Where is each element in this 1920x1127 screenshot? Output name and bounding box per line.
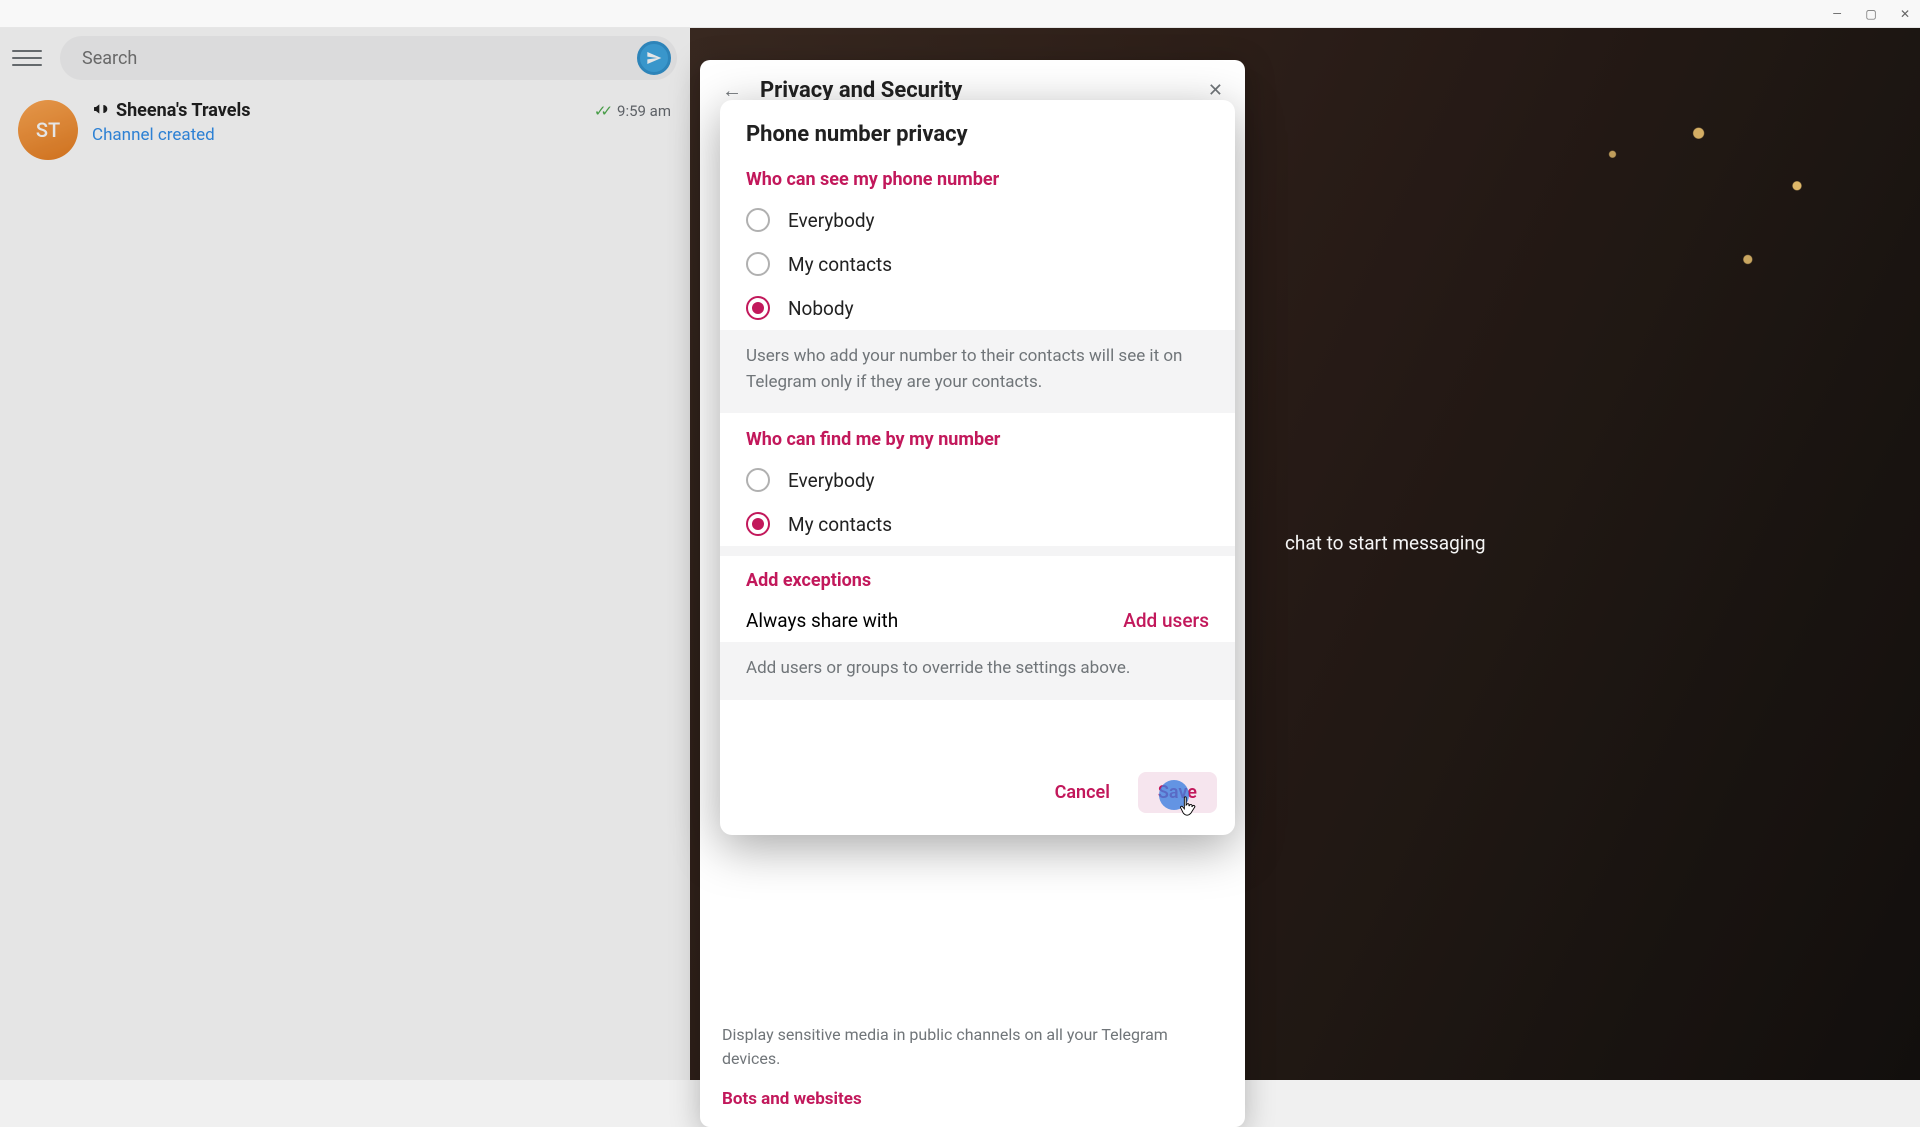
always-share-label: Always share with [746, 609, 898, 632]
always-share-row[interactable]: Always share with Add users [720, 599, 1235, 642]
option-label: My contacts [788, 513, 892, 536]
exceptions-title: Add exceptions [720, 556, 1235, 599]
radio-icon [746, 468, 770, 492]
save-button[interactable]: Save [1138, 772, 1217, 813]
modal-title: Phone number privacy [720, 100, 1235, 161]
find-option-everybody[interactable]: Everybody [720, 458, 1235, 502]
window-maximize-icon[interactable] [1864, 7, 1878, 21]
option-label: My contacts [788, 253, 892, 276]
parent-panel-footer-text: Display sensitive media in public channe… [722, 1023, 1223, 1071]
parent-panel-section: Bots and websites [722, 1089, 1223, 1109]
cancel-button[interactable]: Cancel [1035, 772, 1130, 813]
see-info-text: Users who add your number to their conta… [720, 330, 1235, 413]
see-option-everybody[interactable]: Everybody [720, 198, 1235, 242]
see-section-title: Who can see my phone number [720, 161, 1235, 198]
window-close-icon[interactable] [1898, 7, 1912, 21]
chat-list-panel: ST Sheena's Travels ✓✓ 9:59 am Channel c… [0, 28, 690, 1080]
radio-icon [746, 208, 770, 232]
add-users-link[interactable]: Add users [1123, 609, 1209, 632]
option-label: Nobody [788, 297, 854, 320]
find-option-my-contacts[interactable]: My contacts [720, 502, 1235, 546]
radio-icon [746, 252, 770, 276]
option-label: Everybody [788, 209, 875, 232]
close-icon[interactable]: ✕ [1208, 80, 1223, 101]
see-option-my-contacts[interactable]: My contacts [720, 242, 1235, 286]
phone-number-privacy-modal: Phone number privacy Who can see my phon… [720, 100, 1235, 835]
radio-icon [746, 296, 770, 320]
overlay-dim [0, 28, 689, 1080]
exceptions-info-text: Add users or groups to override the sett… [720, 642, 1235, 700]
see-option-nobody[interactable]: Nobody [720, 286, 1235, 330]
window-titlebar [0, 0, 1920, 28]
find-section-title: Who can find me by my number [720, 413, 1235, 458]
window-minimize-icon[interactable] [1830, 7, 1844, 21]
option-label: Everybody [788, 469, 875, 492]
radio-icon [746, 512, 770, 536]
click-indicator-icon [1159, 780, 1189, 810]
